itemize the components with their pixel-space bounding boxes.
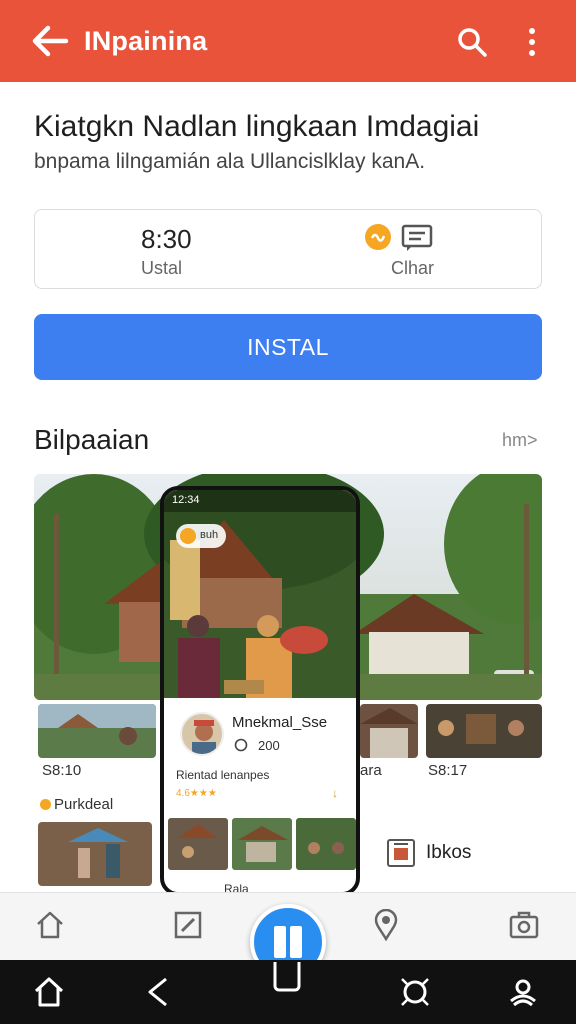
book-label: Ibkos <box>426 842 472 863</box>
camera-icon[interactable] <box>508 909 540 941</box>
search-icon[interactable] <box>456 26 488 58</box>
phone-hero-image <box>164 490 356 698</box>
profile-count: 200 <box>258 738 280 753</box>
app-bar: INpainina <box>0 0 576 82</box>
back-arrow-icon[interactable] <box>30 24 70 58</box>
more-vert-icon[interactable] <box>520 26 544 58</box>
edit-icon[interactable] <box>172 909 204 941</box>
phone-thumb[interactable] <box>232 818 292 870</box>
phone-preview[interactable]: 12:34 ʙuh Mnekmal_Sse 200 Rientad lenanp… <box>160 486 360 896</box>
phone-thumb[interactable] <box>296 818 356 870</box>
gallery-thumb[interactable] <box>360 704 418 758</box>
assistant-icon[interactable] <box>398 975 432 1009</box>
list-thumb[interactable] <box>38 822 152 886</box>
profile-subtitle: Rientad lenanpes <box>176 768 270 782</box>
back-icon[interactable] <box>142 975 176 1009</box>
thumb-caption: S8:17 <box>428 762 468 779</box>
profile-name: Mnekmal_Sse <box>232 714 328 731</box>
phone-thumb[interactable] <box>168 818 228 870</box>
download-icon[interactable]: ↓ <box>332 786 338 800</box>
pill-text: ʙuh <box>200 529 219 541</box>
thumb-caption: ara <box>360 762 382 779</box>
chat-label: Clhar <box>391 258 435 278</box>
info-card: 8:30 Ustal Clhar <box>34 209 542 289</box>
app-title: INpainina <box>84 26 208 56</box>
dot-icon <box>40 799 51 810</box>
page-subtitle: bnpama lilngamián ala Ullancislklay kanA… <box>34 150 426 173</box>
gallery-title: Bilpaaian <box>34 424 150 455</box>
pill-dot-icon <box>180 528 196 544</box>
home-icon[interactable] <box>34 909 66 941</box>
orange-badge-icon <box>365 224 391 250</box>
location-pin-icon[interactable] <box>370 909 402 941</box>
time-value: 8:30 <box>141 224 192 254</box>
phone-profile-card: Mnekmal_Sse 200 Rientad lenanpes 4.6★★★ … <box>164 698 356 808</box>
phone-status-time: 12:34 <box>172 494 200 506</box>
system-nav-bar <box>0 960 576 1024</box>
phone-pill[interactable]: ʙuh <box>176 524 226 548</box>
book-icon[interactable] <box>386 838 416 868</box>
app-screen: INpainina Kiatgkn Nadlan lingkaan Imdagi… <box>0 0 576 1024</box>
time-label: Ustal <box>141 258 183 278</box>
rating-stars: 4.6★★★ <box>176 788 217 799</box>
avatar[interactable] <box>180 712 224 756</box>
install-button[interactable]: INSTAL <box>34 314 542 380</box>
chat-icon[interactable] <box>401 224 433 252</box>
clock-icon <box>234 738 248 752</box>
home-icon[interactable] <box>32 975 66 1009</box>
thumb-caption: S8:10 <box>42 762 82 779</box>
gallery-more-link[interactable]: hm> <box>502 430 538 451</box>
recent-apps-icon[interactable] <box>270 960 304 994</box>
page-title: Kiatgkn Nadlan lingkaan Imdagiai <box>34 110 480 143</box>
gallery-thumb[interactable] <box>38 704 156 758</box>
gallery-thumb[interactable] <box>426 704 542 758</box>
accessibility-icon[interactable] <box>506 975 540 1009</box>
purchase-label-text: Purkdeal <box>54 796 114 813</box>
purchase-label: Purkdeal <box>40 796 113 813</box>
